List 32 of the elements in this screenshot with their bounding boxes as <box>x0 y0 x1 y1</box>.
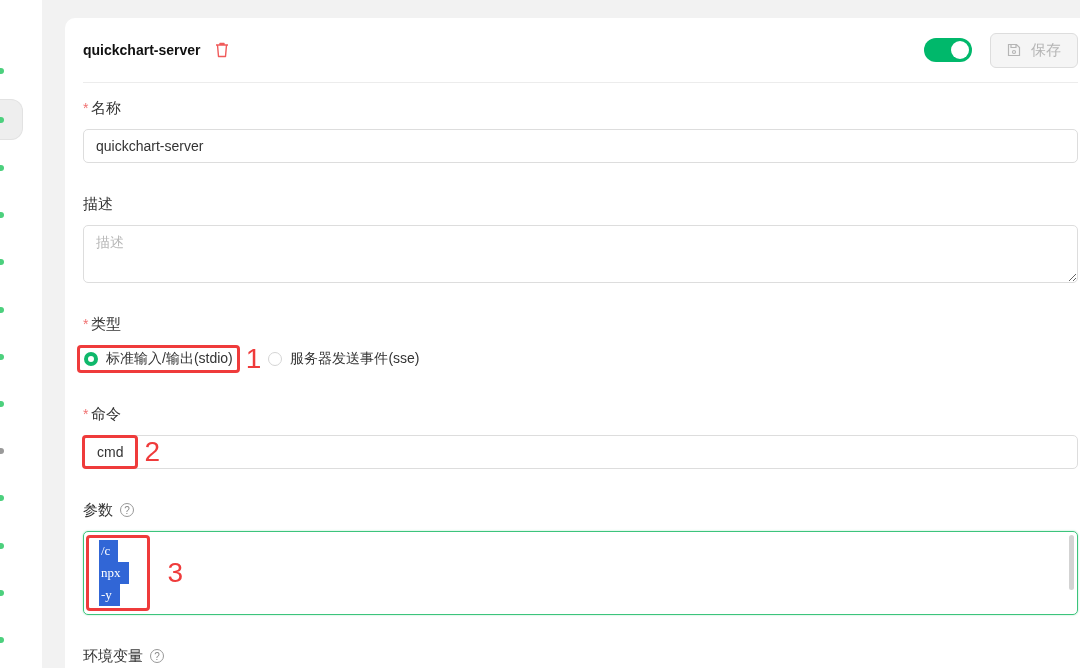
name-field[interactable]: quickchart-server <box>83 129 1078 163</box>
field-value: cmd <box>82 435 139 469</box>
args-field[interactable]: /c npx -y 3 <box>83 531 1078 615</box>
selected-text: /c <box>99 540 119 562</box>
field-label: 环境变量 <box>83 646 143 666</box>
radio-label: 标准输入/输出(stdio) <box>106 350 233 368</box>
callout-number: 1 <box>245 345 262 373</box>
radio-label: 服务器发送事件(sse) <box>290 350 420 368</box>
required-mark: * <box>83 316 89 332</box>
description-field[interactable]: 描述 <box>83 225 1078 283</box>
required-mark: * <box>83 100 89 116</box>
command-field[interactable]: cmd 2 <box>83 435 1078 469</box>
radio-button[interactable] <box>268 352 283 366</box>
field-label: 描述 <box>83 194 113 214</box>
radio-option[interactable]: 服务器发送事件(sse) <box>261 345 427 373</box>
selected-text: -y <box>99 584 120 606</box>
field-label: 名称 <box>91 98 122 118</box>
radio-button[interactable] <box>84 352 98 366</box>
callout-number: 3 <box>167 559 184 587</box>
toggle-switch[interactable] <box>924 38 972 62</box>
field-label: 参数 <box>83 500 113 520</box>
field-label: 类型 <box>91 314 122 334</box>
sidebar-item[interactable] <box>0 99 23 140</box>
trash-icon[interactable] <box>214 42 229 58</box>
save-icon <box>1007 43 1021 57</box>
selected-text: npx <box>99 562 129 584</box>
callout-number: 2 <box>144 438 161 466</box>
server-title: quickchart-server <box>83 42 201 58</box>
required-mark: * <box>83 406 89 422</box>
radio-option[interactable]: 标准输入/输出(stdio) <box>77 345 240 373</box>
scrollbar[interactable] <box>1069 535 1074 590</box>
field-label: 命令 <box>91 404 122 424</box>
